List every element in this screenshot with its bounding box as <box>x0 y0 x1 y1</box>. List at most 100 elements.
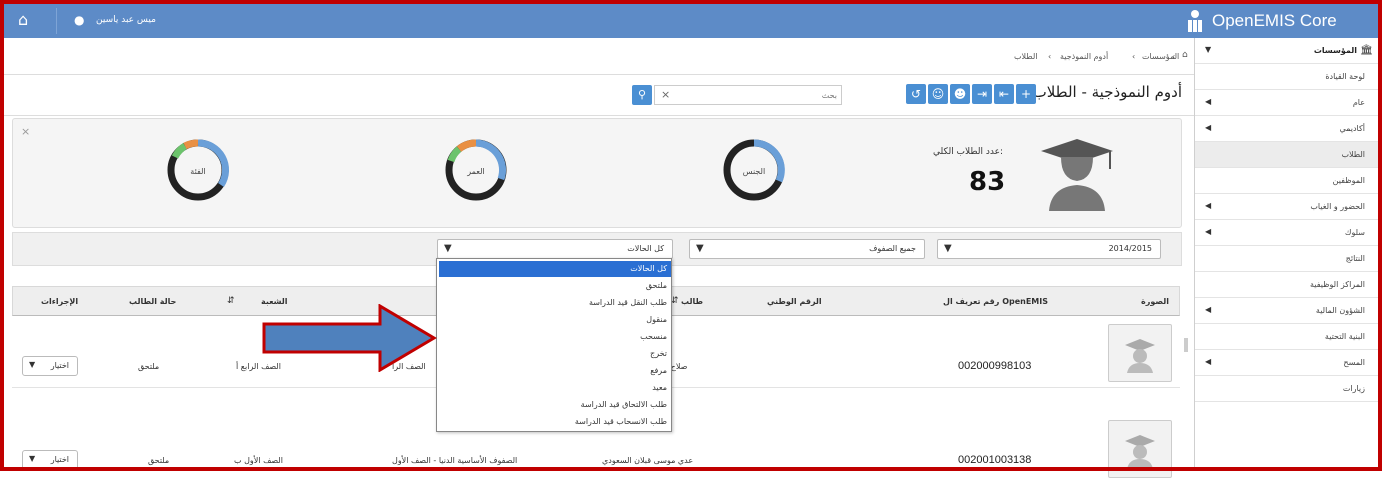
column-header-openemis-id[interactable]: رقم تعريف ال OpenEMIS <box>943 297 1048 306</box>
breadcrumb: الطلاب ‹ أدوم النموذجية ‹ المؤسسات ‹ ⌂ <box>14 44 1188 64</box>
sidebar-item-label: المراكز الوظيفية <box>1309 280 1365 289</box>
sort-icon[interactable]: ⇵ <box>227 296 235 306</box>
dropdown-option[interactable]: طلب الالتحاق قيد الدراسة <box>439 397 671 413</box>
academic-period-select[interactable]: ▼ 2014/2015 <box>937 239 1161 259</box>
select-value: كل الحالات <box>627 244 664 253</box>
search-button[interactable]: ⚲ <box>632 85 652 105</box>
sidebar-item-finance[interactable]: ◀ الشؤون المالية <box>1195 298 1379 324</box>
chevron-left-icon: ◀ <box>1205 97 1212 106</box>
openemis-id[interactable]: 002000998103 <box>958 360 1031 372</box>
sidebar: ▼ المؤسسات 🏛 لوحة القيادة ◀ عام ◀ أكاديم… <box>1194 38 1379 467</box>
sidebar-item-label: لوحة القيادة <box>1325 72 1365 81</box>
donut-label: العمر <box>467 167 485 176</box>
student-name[interactable]: عدي موسى قبلان السعودي <box>602 456 693 465</box>
select-action-button[interactable]: ▼ اختيار <box>22 450 78 470</box>
caret-down-icon: ▼ <box>29 360 36 369</box>
student-avatar-icon <box>1125 339 1155 373</box>
caret-down-icon: ▼ <box>944 243 952 254</box>
sort-icon[interactable]: ⇵ <box>671 296 679 306</box>
dropdown-option[interactable]: منسحب <box>439 329 671 345</box>
user-add-icon[interactable]: ☻ <box>950 84 970 104</box>
search-icon: ⚲ <box>637 88 647 101</box>
sidebar-item-visits[interactable]: زيارات <box>1195 376 1379 402</box>
sidebar-item-general[interactable]: ◀ عام <box>1195 90 1379 116</box>
sidebar-item-staff[interactable]: الموظفين <box>1195 168 1379 194</box>
status-select[interactable]: ▼ كل الحالات <box>437 239 673 259</box>
sidebar-item-survey[interactable]: ◀ المسح <box>1195 350 1379 376</box>
scrollbar-grip[interactable] <box>1184 338 1188 352</box>
user-name[interactable]: ميس عبد ياسين <box>96 15 156 25</box>
dashboard-panel: × الفئة العمر الجنس عدد الطلاب الكلي: 83 <box>12 118 1182 228</box>
title-bar: أدوم النموذجية - الطلاب + ⇤ ⇥ ☻ ☺ ↺ × ⚲ <box>4 74 1194 116</box>
search-box: × <box>654 85 842 105</box>
select-value: 2014/2015 <box>1108 244 1152 253</box>
student-status: ملتحق <box>148 456 170 465</box>
page-title: أدوم النموذجية - الطلاب <box>1032 83 1182 101</box>
sidebar-item-results[interactable]: النتائج <box>1195 246 1379 272</box>
openemis-id[interactable]: 002001003138 <box>958 454 1031 466</box>
dropdown-option[interactable]: تخرج <box>439 346 671 362</box>
dropdown-option[interactable]: طلب الانسحاب قيد الدراسة <box>439 414 671 430</box>
import-icon[interactable]: ⇤ <box>994 84 1014 104</box>
grade-select[interactable]: ▼ جميع الصفوف <box>689 239 925 259</box>
search-input[interactable] <box>677 87 839 103</box>
home-icon[interactable]: ⌂ <box>18 12 28 28</box>
education-grade: الصفوف الأساسية الدنيا - الصف الأول <box>392 456 518 465</box>
total-students-label: عدد الطلاب الكلي: <box>933 147 1004 157</box>
users-icon[interactable]: ☺ <box>928 84 948 104</box>
undo-icon[interactable]: ↺ <box>906 84 926 104</box>
dropdown-option[interactable]: طلب النقل قيد الدراسة <box>439 295 671 311</box>
student-photo <box>1108 324 1172 382</box>
sidebar-item-attendance[interactable]: ◀ الحضور و الغياب <box>1195 194 1379 220</box>
dropdown-option[interactable]: منقول <box>439 312 671 328</box>
sidebar-item-label: زيارات <box>1342 384 1365 393</box>
student-status: ملتحق <box>138 362 160 371</box>
column-header-status[interactable]: حالة الطالب <box>129 297 176 306</box>
donut-label: الجنس <box>742 167 766 176</box>
brand-name: OpenEMIS Core <box>1212 11 1337 30</box>
class-name: الصف الأول ب <box>234 456 283 465</box>
sidebar-item-label: الموظفين <box>1332 176 1365 185</box>
user-icon[interactable]: ● <box>74 13 84 27</box>
student-avatar-icon <box>1125 435 1155 469</box>
chevron-left-icon: ‹ <box>1132 52 1136 61</box>
chevron-left-icon: ‹ <box>1048 52 1052 61</box>
sidebar-item-label: الشؤون المالية <box>1315 306 1365 315</box>
close-icon[interactable]: × <box>661 88 670 101</box>
sidebar-item-students[interactable]: الطلاب <box>1195 142 1379 168</box>
select-action-button[interactable]: ▼ اختيار <box>22 356 78 376</box>
sidebar-item-label: عام <box>1352 98 1365 107</box>
column-header-national-id[interactable]: الرقم الوطني <box>767 297 822 306</box>
student-graduate-icon <box>1041 139 1113 211</box>
column-header-actions: الإجراءات <box>41 297 79 306</box>
column-header-photo: الصورة <box>1141 297 1169 306</box>
chevron-left-icon: ◀ <box>1205 357 1212 366</box>
home-icon[interactable]: ⌂ <box>1182 50 1188 60</box>
student-photo <box>1108 420 1172 478</box>
sidebar-item-institutions[interactable]: ▼ المؤسسات 🏛 <box>1195 38 1379 64</box>
sidebar-item-positions[interactable]: المراكز الوظيفية <box>1195 272 1379 298</box>
breadcrumb-item[interactable]: أدوم النموذجية <box>1060 52 1108 61</box>
sidebar-item-academic[interactable]: ◀ أكاديمي <box>1195 116 1379 142</box>
sidebar-item-label: النتائج <box>1345 254 1365 263</box>
column-header-student[interactable]: طالب <box>681 297 703 306</box>
sidebar-item-dashboard[interactable]: لوحة القيادة <box>1195 64 1379 90</box>
dropdown-option[interactable]: معيد <box>439 380 671 396</box>
sidebar-item-label: البنية التحتية <box>1324 332 1365 341</box>
dropdown-option[interactable]: ملتحق <box>439 278 671 294</box>
bank-icon: 🏛 <box>1360 45 1373 56</box>
sidebar-item-infrastructure[interactable]: البنية التحتية <box>1195 324 1379 350</box>
chevron-left-icon: ◀ <box>1205 305 1212 314</box>
close-icon[interactable]: × <box>21 125 30 138</box>
annotation-arrow-icon <box>262 304 437 372</box>
sidebar-item-behaviour[interactable]: ◀ سلوك <box>1195 220 1379 246</box>
add-button[interactable]: + <box>1016 84 1036 104</box>
status-dropdown-list: كل الحالات ملتحق طلب النقل قيد الدراسة م… <box>436 258 672 432</box>
sidebar-item-label: المسح <box>1343 358 1365 367</box>
chevron-left-icon: ◀ <box>1205 201 1212 210</box>
sidebar-item-label: الحضور و الغياب <box>1310 202 1365 211</box>
dropdown-option[interactable]: كل الحالات <box>439 261 671 277</box>
breadcrumb-item[interactable]: الطلاب <box>1014 52 1038 61</box>
export-icon[interactable]: ⇥ <box>972 84 992 104</box>
dropdown-option[interactable]: مرفع <box>439 363 671 379</box>
